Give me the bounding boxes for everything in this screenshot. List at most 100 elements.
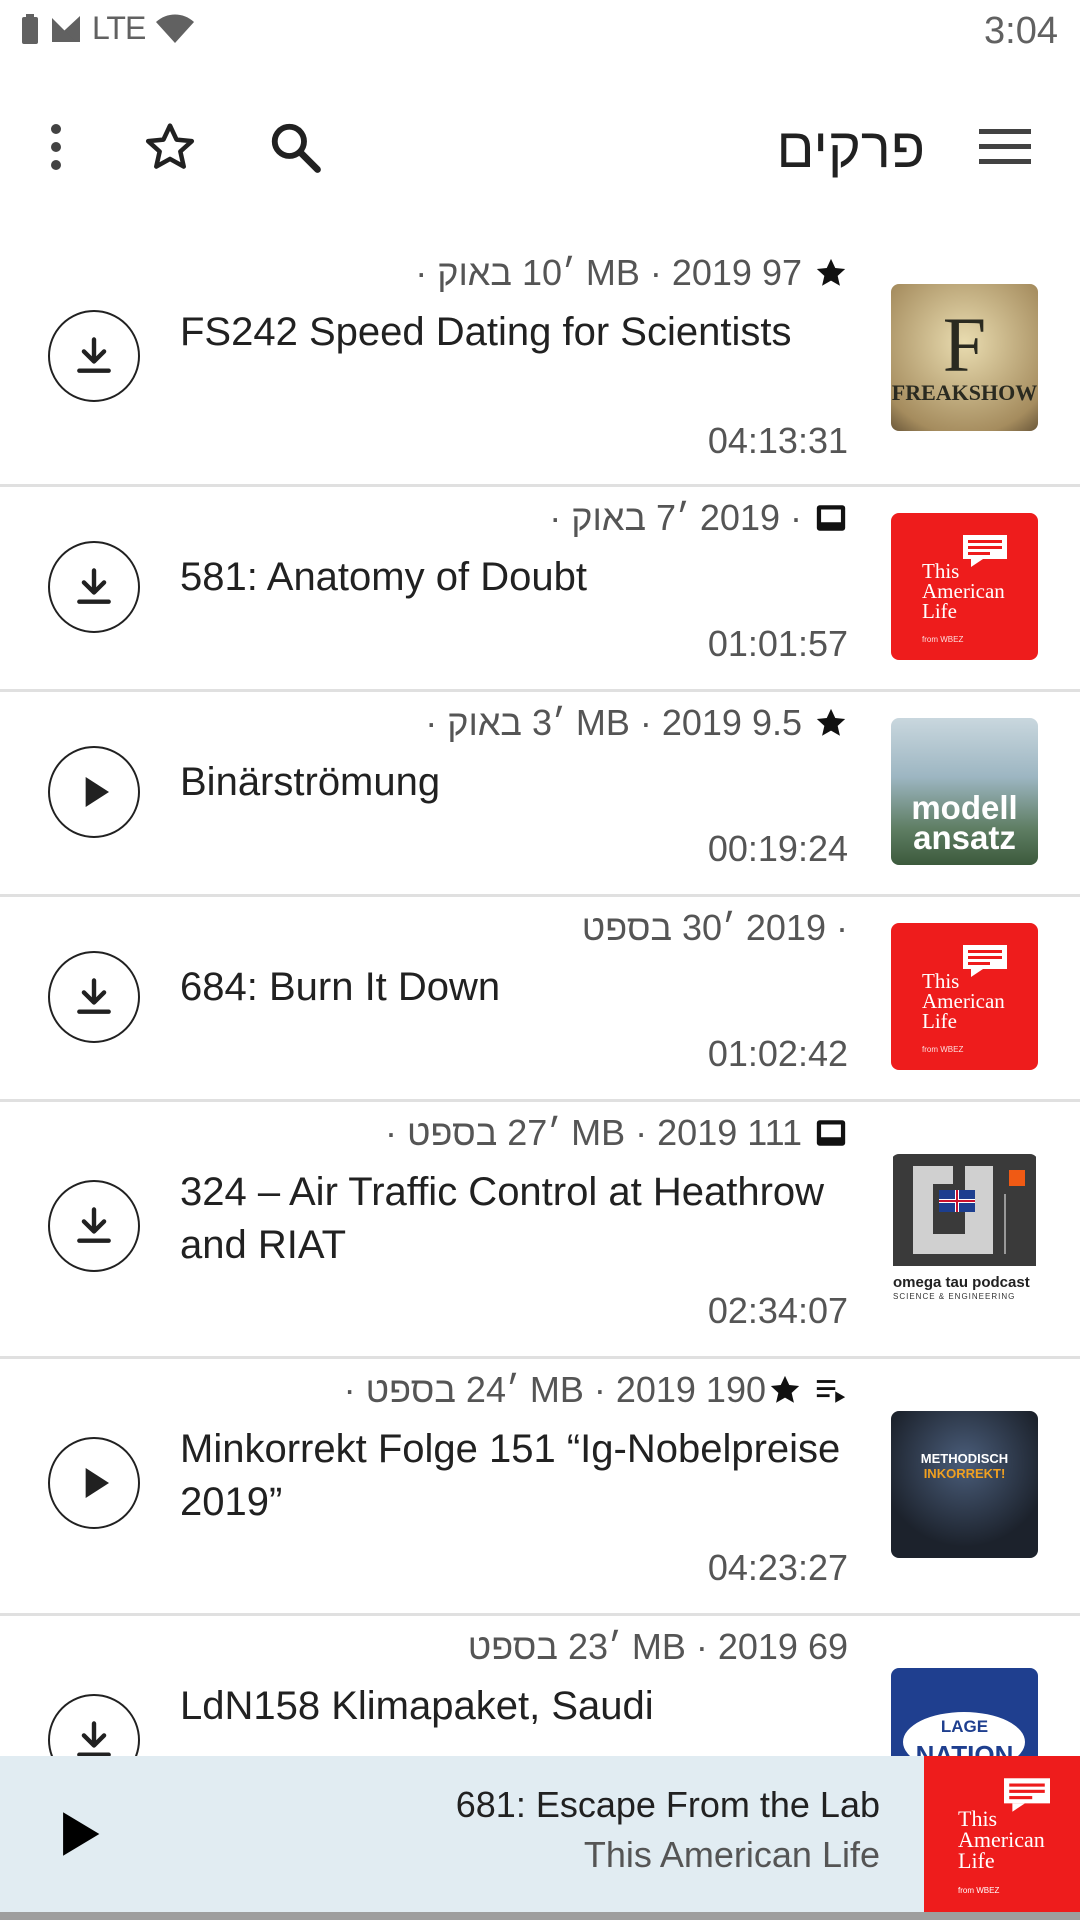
cover-line: American	[922, 579, 1005, 603]
download-button[interactable]	[48, 1694, 140, 1756]
episode-title: FS242 Speed Dating for Scientists	[180, 310, 792, 354]
episode-list: 97 MB · 2019 ׳10 באוק · FS242 Speed Dati…	[0, 242, 1080, 1756]
player-progress-track	[0, 1912, 1080, 1920]
list-item[interactable]: 9.5 MB · 2019 ׳3 באוק · Binärströmung 00…	[0, 692, 1080, 897]
episode-duration: 04:13:31	[707, 420, 848, 461]
list-item[interactable]: 190 MB · 2019 ׳24 בספט · Minkorrekt Folg…	[0, 1359, 1080, 1616]
page-title: פרקים	[776, 116, 925, 179]
cover-subline: from WBEZ	[958, 1886, 1000, 1895]
search-button[interactable]	[255, 92, 335, 202]
queue-icon	[814, 1373, 848, 1407]
episode-meta-text: 9.5 MB · 2019 ׳3 באוק ·	[425, 702, 802, 743]
podcast-cover: This American Life from WBEZ	[891, 923, 1038, 1070]
episode-meta: 190 MB · 2019 ׳24 בספט ·	[344, 1369, 848, 1411]
more-vert-icon	[51, 124, 61, 170]
episode-meta-text: · 2019 ׳7 באוק ·	[549, 497, 802, 538]
cover-subline: from WBEZ	[922, 635, 964, 644]
navigation-drawer-button[interactable]	[960, 92, 1050, 202]
cover-line: American	[958, 1827, 1045, 1852]
network-type: LTE	[92, 10, 146, 46]
download-button[interactable]	[48, 310, 140, 402]
star-icon	[768, 1373, 802, 1407]
download-icon	[77, 1721, 111, 1756]
speech-bubble-icon	[1004, 1778, 1050, 1812]
episode-title: Binärströmung	[180, 760, 441, 804]
episode-title: Minkorrekt Folge 151 “Ig-Nobelpreise 201…	[180, 1427, 841, 1524]
podcast-cover: This American Life from WBEZ	[891, 513, 1038, 660]
episode-duration: 01:01:57	[707, 623, 848, 664]
search-icon	[271, 123, 321, 173]
episode-meta-text: 190 MB · 2019 ׳24 בספט ·	[343, 1369, 766, 1410]
episode-duration: 00:19:24	[707, 828, 848, 869]
episode-meta: 9.5 MB · 2019 ׳3 באוק ·	[425, 702, 848, 744]
cover-line: omega tau podcast	[893, 1274, 1030, 1291]
cover-line: American	[922, 989, 1005, 1013]
episode-meta: 69 MB · 2019 ׳23 בספט	[468, 1626, 848, 1668]
now-playing-podcast: This American Life	[583, 1834, 880, 1875]
cover-subline: from WBEZ	[922, 1045, 964, 1054]
cover-line: Life	[958, 1848, 995, 1873]
cover-line: METHODISCH	[920, 1451, 1009, 1466]
wifi-icon	[156, 14, 195, 43]
episode-meta-text: · 2019 ׳30 בספט	[581, 907, 848, 948]
list-item[interactable]: 69 MB · 2019 ׳23 בספט LdN158 Klimapaket,…	[0, 1616, 1080, 1756]
cover-line: NATION	[915, 1740, 1014, 1756]
episode-meta: 111 MB · 2019 ׳27 בספט ·	[385, 1112, 848, 1154]
now-playing-bar[interactable]: 681: Escape From the Lab This American L…	[0, 1756, 1080, 1912]
episode-duration: 04:23:27	[707, 1547, 848, 1588]
cover-line: LAGE	[940, 1717, 989, 1736]
cover-line: ansatz	[913, 819, 1016, 856]
play-icon	[85, 777, 109, 807]
play-icon	[63, 1812, 100, 1856]
battery-icon	[22, 13, 38, 44]
podcast-cover: modell ansatz	[891, 718, 1038, 865]
overflow-menu-button[interactable]	[20, 92, 92, 202]
episode-title: 581: Anatomy of Doubt	[180, 555, 587, 599]
episode-title: 684: Burn It Down	[180, 965, 501, 1009]
download-icon	[77, 568, 111, 604]
episode-meta-text: 111 MB · 2019 ׳27 בספט ·	[385, 1112, 802, 1153]
star-outline-icon	[145, 123, 195, 169]
podcast-cover: LAGE NATION	[891, 1668, 1038, 1756]
download-button[interactable]	[48, 541, 140, 633]
download-icon	[77, 1207, 111, 1243]
cover-line: Life	[922, 1009, 957, 1033]
download-button[interactable]	[48, 1180, 140, 1272]
episode-meta: · 2019 ׳30 בספט	[582, 907, 848, 949]
player-play-button[interactable]	[44, 1798, 116, 1870]
star-icon	[814, 706, 848, 740]
list-item[interactable]: 97 MB · 2019 ׳10 באוק · FS242 Speed Dati…	[0, 242, 1080, 487]
cover-line: This	[958, 1806, 998, 1831]
favorites-button[interactable]	[130, 92, 210, 202]
star-icon	[814, 256, 848, 290]
list-item[interactable]: · 2019 ׳30 בספט 684: Burn It Down 01:02:…	[0, 897, 1080, 1102]
episode-meta: · 2019 ׳7 באוק ·	[549, 497, 848, 539]
download-button[interactable]	[48, 951, 140, 1043]
play-icon	[85, 1468, 109, 1498]
podcast-cover: F FREAKSHOW	[891, 284, 1038, 431]
download-icon	[77, 978, 111, 1014]
cover-line: This	[922, 559, 960, 583]
play-button[interactable]	[48, 746, 140, 838]
cover-line: Life	[922, 599, 957, 623]
now-playing-title: 681: Escape From the Lab	[455, 1784, 880, 1825]
cover-line: This	[922, 969, 960, 993]
podcast-cover: omega tau podcast SCIENCE & ENGINEERING	[891, 1154, 1038, 1301]
signal-icon	[52, 15, 80, 42]
episode-duration: 02:34:07	[707, 1290, 848, 1331]
list-item[interactable]: 111 MB · 2019 ׳27 בספט · 324 – Air Traff…	[0, 1102, 1080, 1359]
episode-meta-text: 97 MB · 2019 ׳10 באוק ·	[415, 252, 802, 293]
episode-title: LdN158 Klimapaket, Saudi	[180, 1684, 654, 1728]
inbox-icon	[814, 501, 848, 535]
episode-meta-text: 69 MB · 2019 ׳23 בספט	[467, 1626, 848, 1667]
play-button[interactable]	[48, 1437, 140, 1529]
omega-tau-logo	[893, 1154, 1036, 1266]
status-bar: LTE 3:04	[0, 0, 1080, 62]
now-playing-cover[interactable]: This American Life from WBEZ	[924, 1756, 1080, 1912]
episode-meta: 97 MB · 2019 ׳10 באוק ·	[415, 252, 848, 294]
episode-title: 324 – Air Traffic Control at Heathrow an…	[180, 1170, 825, 1267]
cover-name: FREAKSHOW	[891, 379, 1038, 405]
podcast-cover: METHODISCH INKORREKT!	[891, 1411, 1038, 1558]
cover-letter: F	[942, 300, 987, 388]
list-item[interactable]: · 2019 ׳7 באוק · 581: Anatomy of Doubt 0…	[0, 487, 1080, 692]
